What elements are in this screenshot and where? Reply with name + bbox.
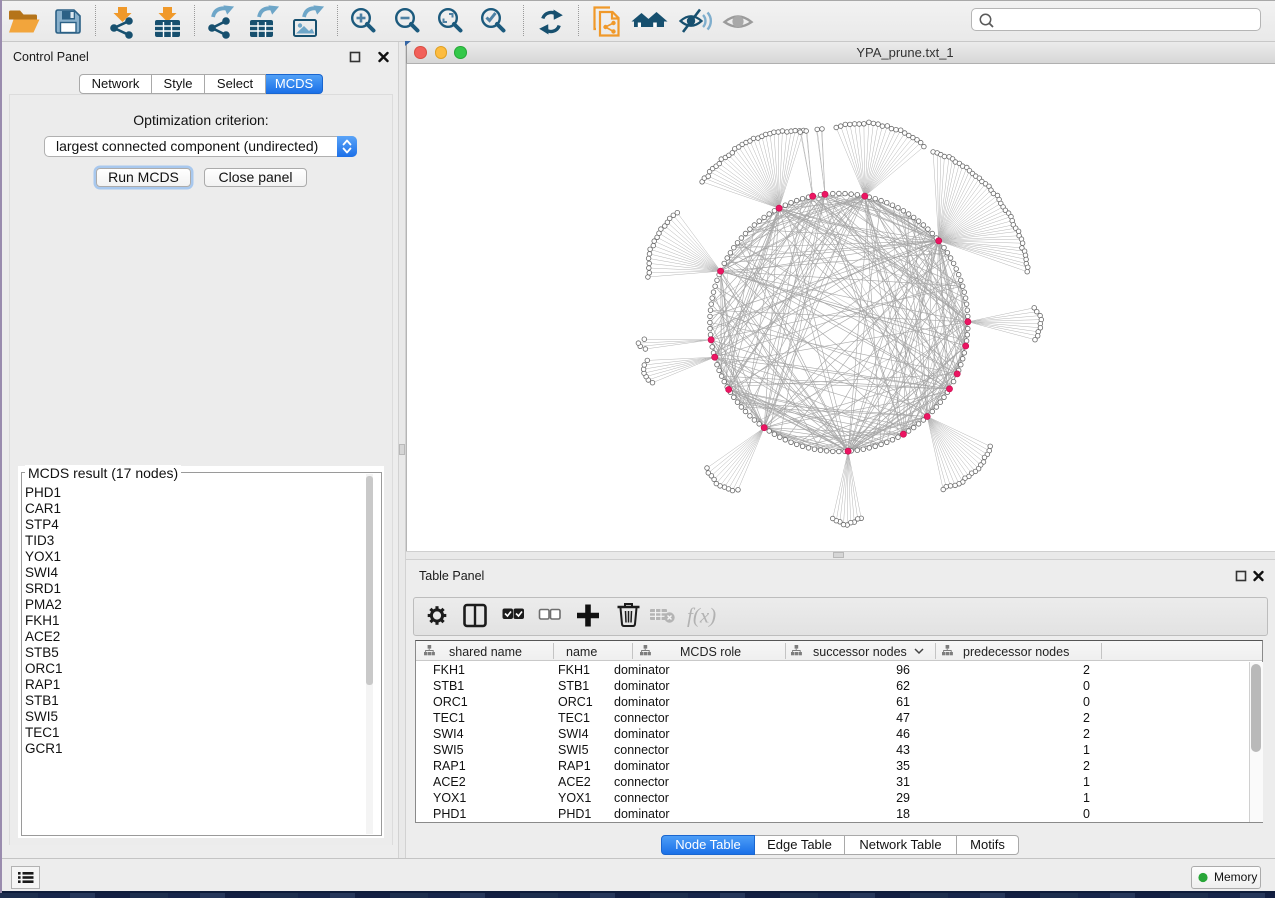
svg-text:f(x): f(x) bbox=[687, 604, 716, 628]
